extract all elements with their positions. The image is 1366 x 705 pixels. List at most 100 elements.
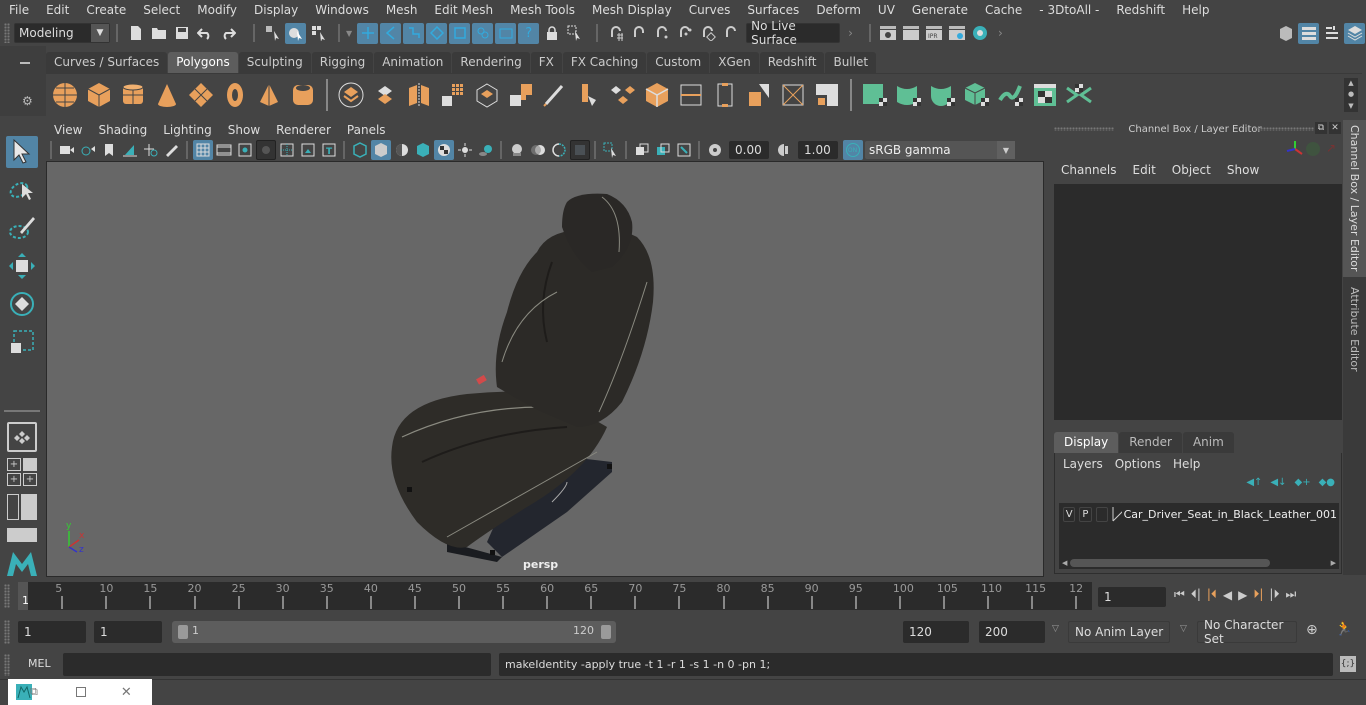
side-tab-attribute-editor[interactable]: Attribute Editor [1343, 279, 1366, 379]
uv-contour-stretch-icon[interactable] [994, 78, 1028, 112]
menu-edit-mesh[interactable]: Edit Mesh [425, 0, 501, 20]
anim-layer-dropdown[interactable]: No Anim Layer [1068, 621, 1170, 643]
go-to-end-icon[interactable]: ⏭ [1285, 587, 1296, 602]
range-end-handle[interactable] [601, 625, 611, 639]
bridge-icon[interactable] [606, 78, 640, 112]
menu-display[interactable]: Display [245, 0, 306, 20]
viewport-menu-view[interactable]: View [46, 123, 90, 137]
go-to-start-icon[interactable]: ⏮ [1174, 587, 1185, 602]
shadows-icon[interactable] [476, 140, 496, 160]
snap-live-icon[interactable] [697, 23, 718, 44]
select-tool-icon[interactable] [6, 136, 38, 168]
chevron-down-icon[interactable]: ▽ [1052, 624, 1059, 634]
smooth-shade-icon[interactable] [370, 140, 391, 160]
xray-active-components-icon[interactable] [653, 140, 673, 160]
menu-help[interactable]: Help [1173, 0, 1217, 20]
wireframe-on-shaded-icon[interactable] [413, 140, 433, 160]
lock-icon[interactable] [541, 23, 562, 44]
append-polygon-icon[interactable] [742, 78, 776, 112]
playback-end-field[interactable]: 120 [903, 621, 969, 643]
channel-menu-edit[interactable]: Edit [1125, 163, 1164, 177]
shelf-scroll[interactable]: ▲ ● ▼ [1344, 77, 1358, 112]
2d-pan-zoom-icon[interactable] [141, 140, 161, 160]
gate-mask-icon[interactable] [255, 140, 276, 160]
viewport-menu-panels[interactable]: Panels [339, 123, 394, 137]
anti-aliasing-icon[interactable] [549, 140, 569, 160]
scroll-left-icon[interactable]: ◀ [1059, 559, 1070, 567]
menu-windows[interactable]: Windows [306, 0, 377, 20]
poly-torus-icon[interactable] [218, 78, 252, 112]
bevel-icon[interactable] [640, 78, 674, 112]
menu-redshift[interactable]: Redshift [1107, 0, 1173, 20]
chevron-down-icon[interactable]: ▽ [1180, 624, 1187, 634]
script-language-toggle[interactable]: MEL [28, 657, 51, 670]
float-panel-icon[interactable]: ⧉ [1315, 122, 1327, 134]
scene-end-field[interactable]: 200 [979, 621, 1045, 643]
scroll-down-icon[interactable]: ▼ [1348, 102, 1353, 110]
paint-select-tool-icon[interactable] [6, 212, 38, 244]
range-start-handle[interactable] [178, 625, 188, 639]
single-view-layout-icon[interactable] [7, 422, 37, 452]
drag-handle[interactable] [1054, 127, 1114, 131]
menu-modify[interactable]: Modify [188, 0, 245, 20]
make-live-icon[interactable] [720, 23, 741, 44]
snap-grid-icon[interactable] [605, 23, 626, 44]
snap-point-icon[interactable] [651, 23, 672, 44]
insert-edge-loop-icon[interactable] [674, 78, 708, 112]
layer-menu-help[interactable]: Help [1167, 457, 1206, 471]
rotate-tool-icon[interactable] [6, 288, 38, 320]
layer-visibility-toggle[interactable]: V [1063, 506, 1076, 522]
uv-spherical-icon[interactable] [926, 78, 960, 112]
scale-tool-icon[interactable] [6, 326, 38, 358]
new-scene-icon[interactable] [125, 23, 146, 44]
camera-select-icon[interactable] [57, 140, 77, 160]
reduce-icon[interactable] [470, 78, 504, 112]
drag-handle[interactable] [4, 654, 10, 676]
select-by-handle-icon[interactable] [357, 22, 379, 44]
shelf-tab-custom[interactable]: Custom [647, 52, 710, 73]
grease-pencil-icon[interactable] [162, 140, 182, 160]
menu-deform[interactable]: Deform [807, 0, 869, 20]
uv-automatic-icon[interactable] [960, 78, 994, 112]
menu-uv[interactable]: UV [869, 0, 903, 20]
scroll-right-icon[interactable]: ▶ [1328, 559, 1339, 567]
render-current-icon[interactable] [901, 23, 922, 44]
channel-box-toggle-icon[interactable] [1344, 22, 1365, 44]
select-hierarchy-icon[interactable] [262, 23, 283, 44]
grid-icon[interactable] [192, 140, 213, 160]
gamma-icon[interactable] [774, 140, 794, 160]
layer-tab-display[interactable]: Display [1054, 432, 1119, 453]
shelf-menu-icon[interactable] [20, 62, 30, 64]
shelf-tab-fx-caching[interactable]: FX Caching [562, 52, 647, 73]
time-slider[interactable]: 1 5 10 15 20 25 30 35 40 45 50 55 60 65 70 75 80 85 90 95 1… [18, 582, 1092, 610]
move-layer-down-icon[interactable]: ◀↓ [1270, 477, 1286, 488]
select-component-icon[interactable] [308, 23, 329, 44]
save-scene-icon[interactable] [171, 23, 192, 44]
layer-tab-anim[interactable]: Anim [1182, 432, 1234, 453]
poly-plane-icon[interactable] [184, 78, 218, 112]
playback-start-field[interactable]: 1 [94, 621, 162, 643]
create-empty-layer-icon[interactable]: ◆+ [1295, 477, 1311, 488]
step-forward-key-icon[interactable]: ⏵| [1253, 587, 1263, 602]
select-by-dynamics-icon[interactable] [472, 22, 494, 44]
mirror-icon[interactable] [402, 78, 436, 112]
manipulator-icon[interactable] [1286, 140, 1304, 158]
shelf-tab-animation[interactable]: Animation [374, 52, 452, 73]
select-by-render-icon[interactable] [495, 22, 517, 44]
safe-title-icon[interactable]: T [319, 140, 339, 160]
character-set-dropdown[interactable]: No Character Set [1197, 618, 1297, 646]
speed-icon[interactable] [1306, 142, 1320, 156]
gamma-field[interactable]: 1.00 [798, 141, 838, 159]
depth-of-field-icon[interactable] [569, 140, 590, 160]
menu-select[interactable]: Select [134, 0, 188, 20]
shelf-tab-rigging[interactable]: Rigging [311, 52, 374, 73]
side-tab-channel-box[interactable]: Channel Box / Layer Editor [1343, 120, 1366, 277]
close-icon[interactable]: ✕ [1329, 122, 1341, 134]
shelf-tab-xgen[interactable]: XGen [710, 52, 759, 73]
step-back-frame-icon[interactable]: ⏴| [1191, 587, 1201, 602]
uv-editor-icon[interactable] [1028, 78, 1062, 112]
shelf-tab-rendering[interactable]: Rendering [452, 52, 530, 73]
select-highlight-icon[interactable] [564, 23, 585, 44]
range-slider[interactable]: 1 120 [172, 621, 616, 643]
create-layer-from-selected-icon[interactable]: ◆● [1319, 477, 1335, 488]
